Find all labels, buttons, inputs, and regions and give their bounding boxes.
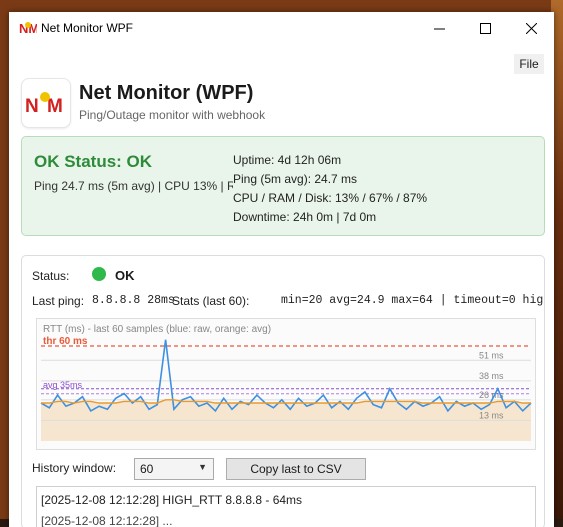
avg-marker-label: avg 35ms: [43, 380, 83, 390]
svg-text:N: N: [25, 96, 39, 117]
uptime-text: Uptime: 4d 12h 06m: [233, 153, 342, 167]
status-card-title: OK Status: OK: [34, 152, 153, 171]
close-icon: [525, 22, 537, 34]
close-button[interactable]: [508, 12, 554, 44]
chart-tick-label: 51 ms: [479, 350, 504, 360]
maximize-button[interactable]: [462, 12, 508, 44]
resources-text: CPU / RAM / Disk: 13% / 67% / 87%: [233, 191, 428, 205]
chart-title: RTT (ms) - last 60 samples (blue: raw, o…: [43, 324, 272, 335]
status-value: OK: [115, 268, 135, 283]
log-line: [2025-12-08 12:12:28] HIGH_RTT 8.8.8.8 -…: [41, 493, 303, 507]
app-logo: N M: [21, 78, 71, 128]
chart-tick-label: 13 ms: [479, 410, 504, 420]
ping-avg-text: Ping (5m avg): 24.7 ms: [233, 172, 358, 186]
rtt-chart-canvas: 51 ms38 ms26 ms13 msthr 60 msavg 35ms: [40, 336, 532, 441]
window-title: Net Monitor WPF: [41, 21, 134, 35]
minimize-icon: [433, 28, 445, 29]
history-window-label: History window:: [32, 461, 117, 475]
copy-csv-button[interactable]: Copy last to CSV: [226, 458, 366, 480]
stats-label: Stats (last 60):: [172, 294, 250, 308]
maximize-icon: [479, 22, 491, 34]
page-subtitle: Ping/Outage monitor with webhook: [79, 108, 266, 122]
status-card-details: Uptime: 4d 12h 06m Ping (5m avg): 24.7 m…: [233, 151, 427, 227]
app-logo-icon: N M: [25, 92, 63, 117]
rtt-chart: 51 ms 38 ms 26 ms 13 ms thr 60 ms avg 35ms RT…: [36, 318, 536, 450]
app-icon: NM: [19, 21, 37, 36]
status-card: OK Status: OK Ping 24.7 ms (5m avg) | CP…: [21, 136, 545, 236]
status-indicator-icon: [92, 267, 106, 281]
threshold-label: thr 60 ms: [43, 336, 88, 347]
stats-value: min=20 avg=24.9 max=64 | timeout=0 hig: [281, 294, 544, 307]
chart-tick-label: 38 ms: [479, 371, 504, 381]
history-window-select[interactable]: 60 ▼: [134, 458, 214, 480]
file-menu[interactable]: File: [514, 54, 544, 74]
last-ping-label: Last ping:: [32, 294, 85, 308]
app-window: NM Net Monitor WPF File N M Net Monitor …: [9, 12, 554, 527]
title-bar[interactable]: NM Net Monitor WPF: [9, 12, 554, 44]
chevron-down-icon: ▼: [198, 462, 207, 472]
last-ping-value: 8.8.8.8 28ms: [92, 294, 175, 307]
status-label: Status:: [32, 269, 70, 283]
downtime-text: Downtime: 24h 0m | 7d 0m: [233, 210, 377, 224]
event-log[interactable]: [2025-12-08 12:12:28] HIGH_RTT 8.8.8.8 -…: [36, 486, 536, 527]
history-window-value: 60: [140, 462, 154, 476]
minimize-button[interactable]: [416, 12, 462, 44]
log-line: [2025-12-08 12:12:28] ...: [41, 514, 173, 527]
monitor-panel: Status: OK Last ping: 8.8.8.8 28ms Stats…: [21, 255, 545, 527]
page-title: Net Monitor (WPF): [79, 82, 254, 104]
status-card-summary: Ping 24.7 ms (5m avg) | CPU 13% | RA: [34, 179, 233, 193]
